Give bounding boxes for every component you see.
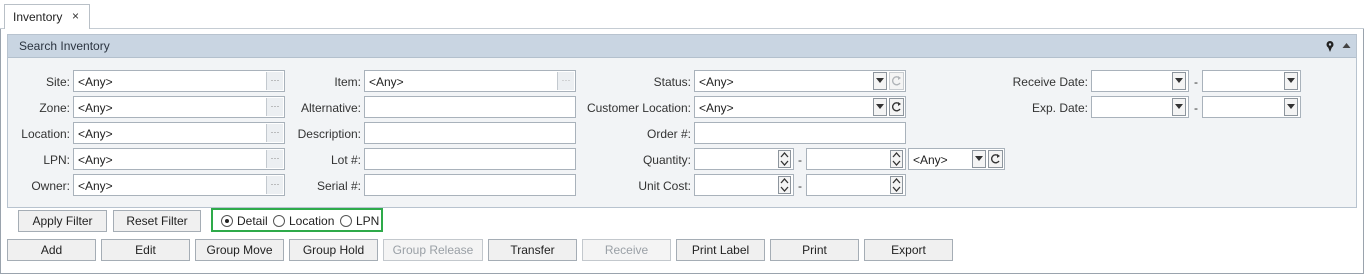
reset-filter-button[interactable]: Reset Filter bbox=[113, 210, 201, 232]
ellipsis-icon[interactable]: ··· bbox=[266, 124, 283, 142]
refresh-icon[interactable] bbox=[889, 98, 904, 116]
owner-label: Owner: bbox=[31, 179, 70, 193]
spinner-arrows-icon[interactable] bbox=[778, 176, 791, 194]
chevron-down-icon[interactable] bbox=[1284, 98, 1298, 116]
spinner-arrows-icon[interactable] bbox=[890, 150, 903, 168]
alternative-field[interactable] bbox=[364, 96, 576, 118]
chevron-down-icon[interactable] bbox=[873, 98, 887, 116]
radio-detail[interactable]: Detail bbox=[221, 213, 281, 229]
range-separator: - bbox=[798, 153, 802, 167]
lot-field[interactable] bbox=[364, 148, 576, 170]
chevron-down-icon[interactable] bbox=[1172, 98, 1186, 116]
order-field[interactable] bbox=[694, 122, 906, 144]
site-label: Site: bbox=[45, 75, 70, 89]
order-label: Order #: bbox=[646, 127, 691, 141]
radio-selected-dot bbox=[225, 219, 229, 223]
edit-button[interactable]: Edit bbox=[101, 239, 190, 261]
serial-field[interactable] bbox=[364, 174, 576, 196]
panel-title: Search Inventory bbox=[19, 39, 110, 53]
customer-location-field[interactable]: <Any> bbox=[694, 96, 906, 118]
apply-filter-button[interactable]: Apply Filter bbox=[18, 210, 107, 232]
ellipsis-icon[interactable]: ··· bbox=[266, 72, 283, 90]
radio-location-label: Location bbox=[289, 214, 335, 228]
chevron-down-icon[interactable] bbox=[1172, 72, 1186, 90]
receive-button[interactable]: Receive bbox=[582, 239, 671, 261]
quantity-unit-select[interactable]: <Any> bbox=[908, 148, 1005, 170]
chevron-down-icon[interactable] bbox=[873, 72, 887, 90]
ellipsis-icon[interactable]: ··· bbox=[266, 176, 283, 194]
quantity-from-field[interactable] bbox=[694, 148, 794, 170]
print-label-button[interactable]: Print Label bbox=[676, 239, 765, 261]
receive-date-from-field[interactable] bbox=[1091, 70, 1189, 92]
receive-date-label: Receive Date: bbox=[1012, 75, 1088, 89]
location-label: Location: bbox=[21, 127, 70, 141]
status-label: Status: bbox=[653, 75, 691, 89]
transfer-button[interactable]: Transfer bbox=[488, 239, 577, 261]
site-field[interactable]: <Any> ··· bbox=[73, 70, 285, 92]
close-icon[interactable]: × bbox=[72, 9, 79, 23]
unit-cost-to-field[interactable] bbox=[806, 174, 906, 196]
chevron-down-icon[interactable] bbox=[972, 150, 986, 168]
group-move-button[interactable]: Group Move bbox=[195, 239, 284, 261]
receive-date-to-field[interactable] bbox=[1202, 70, 1301, 92]
print-button[interactable]: Print bbox=[770, 239, 859, 261]
zone-label: Zone: bbox=[39, 101, 70, 115]
quantity-to-field[interactable] bbox=[806, 148, 906, 170]
group-hold-button[interactable]: Group Hold bbox=[289, 239, 378, 261]
radio-detail-label: Detail bbox=[237, 214, 268, 228]
radio-lpn-label: LPN bbox=[356, 214, 380, 228]
exp-date-to-field[interactable] bbox=[1202, 96, 1301, 118]
serial-label: Serial #: bbox=[316, 179, 361, 193]
description-field[interactable] bbox=[364, 122, 576, 144]
item-label: Item: bbox=[334, 75, 361, 89]
lpn-field[interactable]: <Any> ··· bbox=[73, 148, 285, 170]
quantity-label: Quantity: bbox=[642, 153, 691, 167]
tab-inventory[interactable]: Inventory × bbox=[4, 4, 90, 29]
lot-label: Lot #: bbox=[330, 153, 361, 167]
spinner-arrows-icon[interactable] bbox=[890, 176, 903, 194]
chevron-up-icon[interactable] bbox=[1342, 42, 1351, 49]
customer-location-label: Customer Location: bbox=[586, 101, 691, 115]
unit-cost-label: Unit Cost: bbox=[638, 179, 691, 193]
pin-icon[interactable] bbox=[1324, 40, 1336, 53]
range-separator: - bbox=[1194, 75, 1198, 89]
status-field[interactable]: <Any> bbox=[694, 70, 906, 92]
range-separator: - bbox=[798, 179, 802, 193]
radio-location[interactable]: Location bbox=[273, 213, 339, 229]
refresh-icon[interactable] bbox=[889, 72, 904, 90]
ellipsis-icon[interactable]: ··· bbox=[266, 150, 283, 168]
alternative-label: Alternative: bbox=[300, 101, 361, 115]
ellipsis-icon[interactable]: ··· bbox=[266, 98, 283, 116]
exp-date-from-field[interactable] bbox=[1091, 96, 1189, 118]
owner-field[interactable]: <Any> ··· bbox=[73, 174, 285, 196]
tab-bar: Inventory × bbox=[0, 0, 1364, 29]
view-mode-radio-group: Detail Location LPN bbox=[211, 208, 383, 232]
export-button[interactable]: Export bbox=[864, 239, 953, 261]
spinner-arrows-icon[interactable] bbox=[778, 150, 791, 168]
item-field[interactable]: <Any> ··· bbox=[364, 70, 576, 92]
description-label: Description: bbox=[297, 127, 361, 141]
refresh-icon[interactable] bbox=[988, 150, 1003, 168]
chevron-down-icon[interactable] bbox=[1284, 72, 1298, 90]
add-button[interactable]: Add bbox=[7, 239, 96, 261]
ellipsis-icon[interactable]: ··· bbox=[557, 72, 574, 90]
panel-header[interactable]: Search Inventory bbox=[8, 35, 1356, 58]
zone-field[interactable]: <Any> ··· bbox=[73, 96, 285, 118]
location-field[interactable]: <Any> ··· bbox=[73, 122, 285, 144]
tab-label: Inventory bbox=[13, 10, 63, 24]
unit-cost-from-field[interactable] bbox=[694, 174, 794, 196]
radio-lpn[interactable]: LPN bbox=[340, 213, 382, 229]
range-separator: - bbox=[1194, 101, 1198, 115]
group-release-button[interactable]: Group Release bbox=[383, 239, 483, 261]
exp-date-label: Exp. Date: bbox=[1031, 101, 1088, 115]
lpn-label: LPN: bbox=[43, 153, 70, 167]
